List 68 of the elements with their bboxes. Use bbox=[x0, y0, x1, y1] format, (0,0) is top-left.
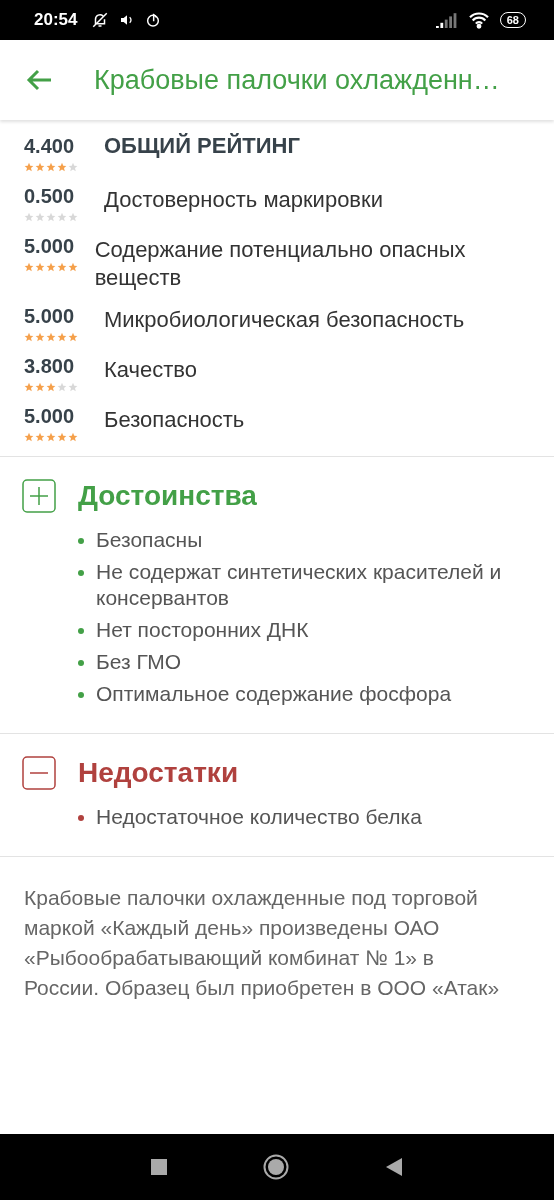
star-icon bbox=[24, 382, 34, 392]
rating-score: 0.500 bbox=[24, 184, 76, 209]
star-icon bbox=[57, 212, 67, 222]
bullet-icon bbox=[78, 815, 84, 821]
star-icon bbox=[46, 212, 56, 222]
star-icon bbox=[68, 382, 78, 392]
star-icon bbox=[46, 432, 56, 442]
list-item-text: Без ГМО bbox=[96, 649, 182, 675]
back-nav-button[interactable] bbox=[385, 1157, 403, 1177]
star-icon bbox=[46, 332, 56, 342]
bullet-icon bbox=[78, 660, 84, 666]
star-icon bbox=[68, 212, 78, 222]
list-item-text: Оптимальное содержание фосфора bbox=[96, 681, 452, 707]
star-icon bbox=[24, 262, 34, 272]
wifi-icon bbox=[467, 11, 490, 29]
bullet-icon bbox=[78, 538, 84, 544]
battery-level: 68 bbox=[499, 12, 526, 28]
rating-score: 5.000 bbox=[24, 234, 76, 259]
clock-time: 20:54 bbox=[34, 10, 78, 30]
star-icon bbox=[57, 162, 67, 172]
rating-score: 5.000 bbox=[24, 304, 76, 329]
bullet-icon bbox=[78, 570, 84, 576]
star-icon bbox=[35, 432, 45, 442]
star-icon bbox=[35, 262, 45, 272]
star-icon bbox=[35, 162, 45, 172]
list-item-text: Не содержат синтетических красителей и консервантов bbox=[96, 559, 503, 611]
star-icon bbox=[35, 332, 45, 342]
rating-score: 3.800 bbox=[24, 354, 76, 379]
minus-icon bbox=[22, 756, 56, 790]
star-icon bbox=[57, 432, 67, 442]
star-icon bbox=[24, 212, 34, 222]
page-title: Крабовые палочки охлажденн… bbox=[94, 64, 500, 96]
home-button[interactable] bbox=[263, 1154, 289, 1180]
bell-off-icon bbox=[91, 11, 110, 29]
bullet-icon bbox=[78, 628, 84, 634]
star-icon bbox=[35, 382, 45, 392]
section-title: Достоинства bbox=[78, 480, 257, 512]
star-icon bbox=[68, 262, 78, 272]
list-item-text: Нет посторонних ДНК bbox=[96, 617, 309, 643]
plus-icon bbox=[22, 479, 56, 513]
rating-label: ОБЩИЙ РЕЙТИНГ bbox=[104, 132, 300, 160]
star-icon bbox=[24, 432, 34, 442]
star-icon bbox=[68, 432, 78, 442]
list-item-text: Недостаточное количество белка bbox=[96, 804, 422, 830]
rating-score: 4.400 bbox=[24, 134, 76, 159]
section-title: Недостатки bbox=[78, 757, 239, 789]
star-icon bbox=[24, 162, 34, 172]
list-item-text: Безопасны bbox=[96, 527, 203, 553]
star-icon bbox=[57, 262, 67, 272]
description-text: Крабовые палочки охлажденные под торговой маркой «Каждый день» произведены ОАО «Рыбообрабатывающий комбинат № 1» в России. Образец был приобретен в ООО «Атак» bbox=[23, 885, 501, 1001]
rating-label: Достоверность маркировки bbox=[104, 186, 383, 214]
rating-score: 5.000 bbox=[24, 404, 76, 429]
rating-label: Безопасность bbox=[104, 406, 245, 434]
signal-icon bbox=[435, 12, 458, 28]
star-icon bbox=[46, 382, 56, 392]
star-icon bbox=[57, 382, 67, 392]
star-icon bbox=[57, 332, 67, 342]
star-icon bbox=[24, 332, 34, 342]
rating-label: Качество bbox=[104, 356, 198, 384]
star-icon bbox=[46, 162, 56, 172]
star-icon bbox=[35, 212, 45, 222]
back-button[interactable] bbox=[26, 68, 52, 92]
star-icon bbox=[46, 262, 56, 272]
bullet-icon bbox=[78, 692, 84, 698]
star-icon bbox=[68, 162, 78, 172]
star-icon bbox=[68, 332, 78, 342]
rating-label: Содержание потенциально опасных веществ bbox=[94, 236, 467, 292]
rating-label: Микробиологическая безопасность bbox=[104, 306, 465, 334]
